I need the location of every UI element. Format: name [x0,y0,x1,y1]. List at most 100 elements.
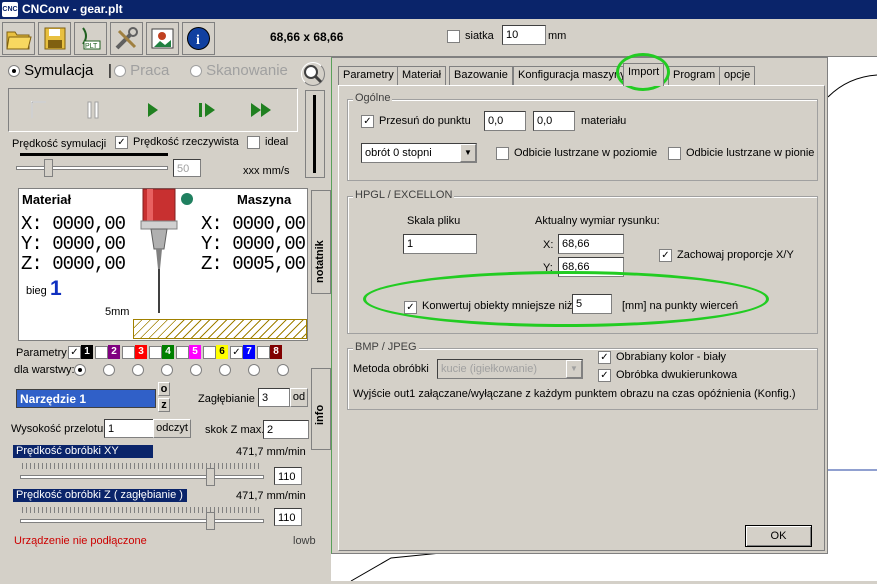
tab-parameters[interactable]: Parametry [338,66,399,85]
layer-radio-6[interactable] [219,364,231,376]
layer-radio-5[interactable] [190,364,202,376]
real-speed-checkbox[interactable]: ✓ [115,136,128,149]
speed-z-input[interactable]: 110 [274,508,302,526]
speed-xy-track[interactable] [20,475,264,479]
layer-chip-2[interactable]: 2 [95,344,120,360]
open-folder-button[interactable] [2,22,35,55]
tab-machine-config[interactable]: Konfiguracja maszyny [513,66,631,85]
sim-speed-thumb[interactable] [44,159,53,177]
title-bar[interactable]: CNC CNConv - gear.plt [0,0,877,19]
mode-simulation[interactable]: Symulacja [8,62,93,79]
mode-scan-radio[interactable] [190,65,202,78]
play-icon[interactable] [146,102,160,118]
speed-xy-ticks [22,463,262,469]
sim-speed-unit: xxx mm/s [243,165,290,177]
mode-separator: | [108,62,112,79]
layer-checkbox-3[interactable] [122,345,135,359]
tool-o-button[interactable]: o [158,382,170,396]
tools-button[interactable] [110,22,143,55]
layer-chip-6[interactable]: 6 [203,344,228,360]
tab-material[interactable]: Materiał [397,66,447,85]
layer-checkbox-5[interactable] [176,345,189,359]
sim-speed-input[interactable]: 50 [173,159,201,177]
tab-program[interactable]: Program [668,66,721,85]
layer-radio-3[interactable] [132,364,144,376]
mode-simulation-radio[interactable] [8,65,20,78]
step-icon[interactable] [198,102,218,118]
z-step-input[interactable]: 2 [263,420,309,439]
plunge-button[interactable]: od [290,388,308,407]
for-layers-label: dla warstwy: [14,364,75,376]
method-dropdown-icon[interactable]: ▼ [566,360,582,378]
layer-radio-2[interactable] [103,364,115,376]
layer-checkbox-2[interactable] [95,345,108,359]
hpgl-group-title: HPGL / EXCELLON [353,189,455,201]
grid-input[interactable]: 10 [502,25,546,45]
layer-chip-3[interactable]: 3 [122,344,147,360]
mirror-horizontal-checkbox[interactable] [496,147,509,160]
read-button[interactable]: odczyt [153,419,191,438]
import-plt-button[interactable]: PLT [74,22,107,55]
layer-chip-7[interactable]: ✓ 7 [230,344,255,360]
shift-x-input[interactable]: 0,0 [484,111,526,131]
rotation-dropdown-icon[interactable]: ▼ [460,144,476,162]
keep-ratio-checkbox[interactable]: ✓ [659,249,672,262]
pause-icon[interactable] [86,100,102,120]
layer-checkbox-8[interactable] [257,345,270,359]
drawing-canvas[interactable] [827,57,877,581]
speed-xy-thumb[interactable] [206,468,215,486]
save-button[interactable] [38,22,71,55]
layer-checkbox-1[interactable]: ✓ [68,345,81,359]
tab-homing[interactable]: Bazowanie [449,66,513,85]
rotation-select[interactable]: obrót 0 stopni ▼ [361,143,477,163]
shift-checkbox[interactable]: ✓ [361,115,374,128]
mode-scan[interactable]: Skanowanie [190,62,288,79]
grid-checkbox[interactable] [447,30,460,43]
fast-forward-icon[interactable] [250,102,274,118]
layer-checkbox-4[interactable] [149,345,162,359]
file-scale-input[interactable]: 1 [403,234,477,254]
shift-y-input[interactable]: 0,0 [533,111,575,131]
save-disk-icon [44,27,66,50]
vertical-slider[interactable] [305,90,325,178]
layer-chip-8[interactable]: 8 [257,344,282,360]
size-x-input[interactable]: 68,66 [558,234,624,254]
layer-chip-5[interactable]: 5 [176,344,201,360]
layer-radio-8[interactable] [277,364,289,376]
tab-options[interactable]: opcje [719,66,756,85]
layer-checkbox-7[interactable]: ✓ [230,345,243,359]
speed-z-thumb[interactable] [206,512,215,530]
stop-icon[interactable] [30,100,48,120]
two-dir-checkbox[interactable]: ✓ [598,369,611,382]
tab-info[interactable]: info [311,368,331,450]
image-button[interactable] [146,22,179,55]
layer-chip-4[interactable]: 4 [149,344,174,360]
info-button[interactable]: i [182,22,215,55]
sim-speed-track[interactable] [16,166,168,170]
color-checkbox[interactable]: ✓ [598,351,611,364]
travel-height-input[interactable]: 1 [104,419,154,438]
sim-speed-bar [20,153,168,156]
layer-radio-7[interactable] [248,364,260,376]
ideal-checkbox[interactable] [247,136,260,149]
layer-checkbox-6[interactable] [203,345,216,359]
plunge-input[interactable]: 3 [258,388,290,407]
speed-xy-input[interactable]: 110 [274,467,302,485]
tab-notes[interactable]: notatnik [311,190,331,294]
mirror-vertical-checkbox[interactable] [668,147,681,160]
tab-import[interactable]: Import [623,63,665,86]
tool-z-button[interactable]: z [158,398,170,412]
speed-z-track[interactable] [20,519,264,523]
mode-work[interactable]: Praca [114,62,169,79]
zoom-button[interactable] [301,62,325,86]
material-suffix-label: materiału [581,115,627,127]
mode-work-radio[interactable] [114,65,126,78]
tool-select[interactable]: Narzędzie 1 [16,389,156,408]
layer-chip-1[interactable]: ✓ 1 [68,344,93,360]
layer-radio-4[interactable] [161,364,173,376]
window-title: CNConv - gear.plt [22,2,123,16]
method-select[interactable]: kucie (igiełkowanie) ▼ [437,359,583,379]
layer-params-label: Parametry [16,347,67,359]
ok-button[interactable]: OK [745,525,812,547]
layer-radio-1[interactable] [74,364,86,376]
